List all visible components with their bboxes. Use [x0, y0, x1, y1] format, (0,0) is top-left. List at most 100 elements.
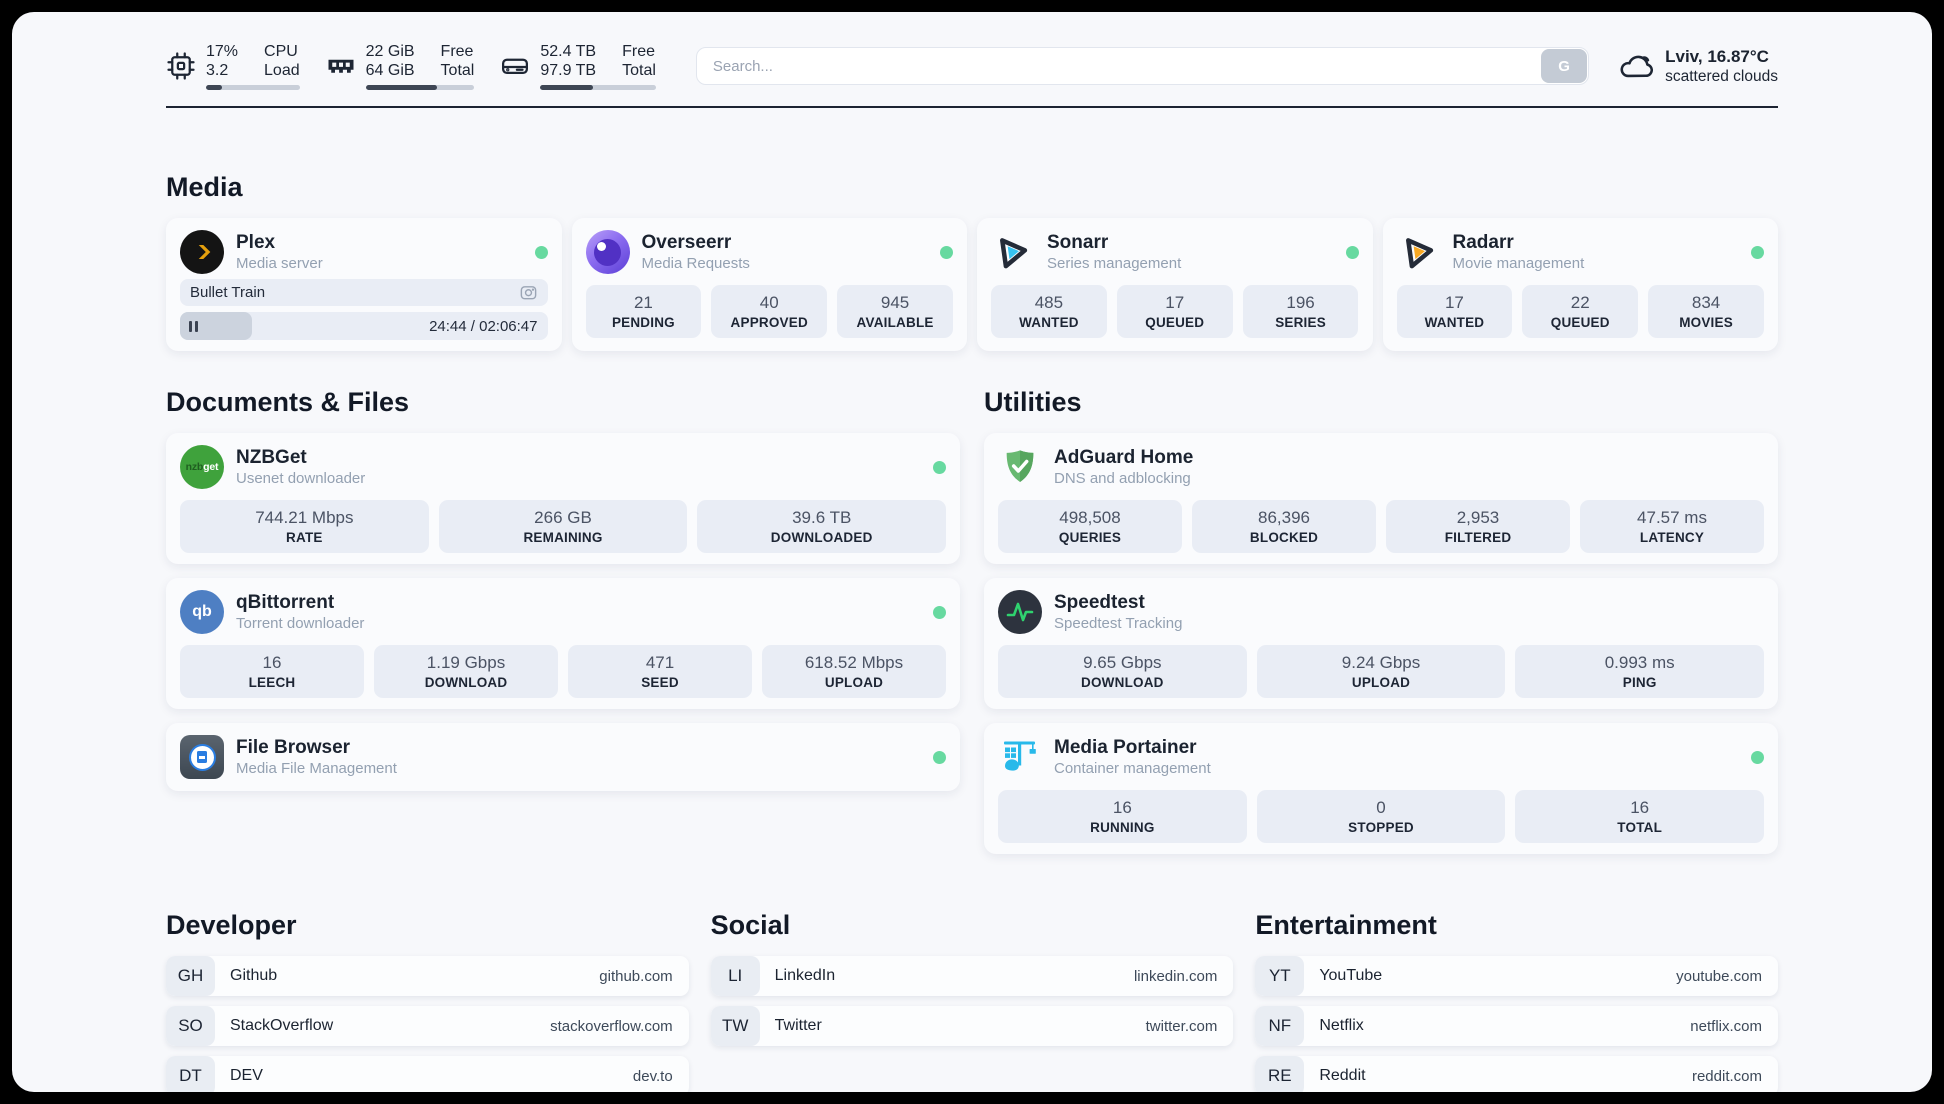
section-media: Media Plex Media server Bullet Train 24:…: [166, 172, 1778, 351]
status-dot: [933, 605, 946, 619]
app-card-portainer[interactable]: Media Portainer Container management 16 R…: [984, 723, 1778, 854]
app-name: NZBGet: [236, 447, 307, 468]
bookmark-github[interactable]: GH Github github.com: [166, 956, 689, 996]
stat-wanted: 17 WANTED: [1396, 285, 1513, 338]
app-card-adguard[interactable]: AdGuard Home DNS and adblocking 498,508 Q…: [984, 433, 1778, 564]
section-documents: Documents & Files nzbget NZBGet Usenet d…: [166, 387, 960, 805]
search-engine-button[interactable]: G: [1541, 49, 1588, 83]
bookmark-name: StackOverflow: [230, 1017, 334, 1034]
app-card-nzbget[interactable]: nzbget NZBGet Usenet downloader 744.21 M…: [166, 433, 960, 564]
bookmark-domain: youtube.com: [1676, 967, 1762, 985]
bookmark-abbr: NF: [1255, 1006, 1305, 1046]
bookmarks-social: Social LI LinkedIn linkedin.com TW Twitt…: [710, 910, 1234, 1056]
app-card-overseerr[interactable]: Overseerr Media Requests 21 PENDING 40 APP…: [571, 218, 967, 351]
app-name: Radarr: [1452, 232, 1514, 253]
search-input[interactable]: [695, 47, 1590, 85]
disk-widget: 52.4 TB 97.9 TB Free Total: [500, 42, 656, 90]
cpu-widget: 17% 3.2 CPU Load: [166, 42, 300, 90]
stat-ping: 0.993 ms PING: [1515, 645, 1765, 698]
camera-icon[interactable]: [519, 283, 538, 302]
now-playing-row: Bullet Train: [180, 279, 548, 306]
stat-movies: 834 MOVIES: [1648, 285, 1764, 338]
app-card-qbittorrent[interactable]: qb qBittorrent Torrent downloader 16 LEEC…: [166, 578, 960, 709]
app-subtitle: DNS and adblocking: [1054, 470, 1191, 487]
ram-free-value: 22 GiB: [365, 43, 415, 60]
stat-upload: 618.52 Mbps UPLOAD: [762, 645, 946, 698]
ram-progress-bar: [365, 85, 475, 90]
media-section-title: Media: [166, 172, 243, 202]
app-name: Plex: [236, 232, 276, 253]
bookmark-reddit[interactable]: RE Reddit reddit.com: [1255, 1056, 1778, 1092]
weather-location-temp: Lviv, 16.87°C: [1665, 46, 1769, 66]
ram-total-value: 64 GiB: [365, 62, 415, 79]
app-card-plex[interactable]: Plex Media server Bullet Train 24:44 / 0…: [166, 218, 562, 351]
bookmark-youtube[interactable]: YT YouTube youtube.com: [1255, 956, 1778, 996]
cpu-percent: 17%: [206, 43, 239, 60]
plex-icon: [180, 230, 224, 274]
stat-stopped: 0 STOPPED: [1256, 790, 1506, 843]
radarr-icon: [1397, 230, 1441, 274]
app-name: Media Portainer: [1054, 737, 1197, 758]
stat-downloaded: 39.6 TB DOWNLOADED: [697, 500, 947, 553]
search-box: G: [695, 47, 1590, 85]
now-playing-title: Bullet Train: [190, 284, 266, 301]
disk-icon: [502, 58, 529, 74]
app-card-radarr[interactable]: Radarr Movie management 17 WANTED 22 QUEUE…: [1382, 218, 1778, 351]
bookmark-linkedin[interactable]: LI LinkedIn linkedin.com: [710, 956, 1234, 996]
qbittorrent-icon: qb: [180, 590, 224, 634]
bookmark-dev[interactable]: DT DEV dev.to: [166, 1056, 689, 1092]
disk-free-value: 52.4 TB: [540, 43, 597, 60]
stat-remaining: 266 GB REMAINING: [438, 500, 688, 553]
app-subtitle: Torrent downloader: [236, 615, 365, 632]
bookmark-abbr: DT: [166, 1056, 215, 1092]
stat-series: 196 SERIES: [1242, 285, 1359, 338]
cpu-label-1: CPU: [264, 43, 298, 60]
bookmark-name: LinkedIn: [774, 967, 836, 984]
stat-rate: 744.21 Mbps RATE: [180, 500, 429, 553]
bookmarks-entertainment: Entertainment YT YouTube youtube.com NF …: [1255, 910, 1778, 1092]
speedtest-icon: [998, 590, 1042, 634]
portainer-icon: [998, 735, 1042, 779]
app-name: Speedtest: [1054, 592, 1145, 613]
app-subtitle: Media Requests: [641, 255, 750, 272]
app-subtitle: Media File Management: [236, 760, 397, 777]
stat-latency: 47.57 ms LATENCY: [1580, 500, 1764, 553]
sonarr-icon: [991, 230, 1035, 274]
stat-queued: 17 QUEUED: [1116, 285, 1233, 338]
disk-label-2: Total: [622, 62, 656, 79]
cpu-icon: [167, 52, 195, 80]
bookmark-name: Reddit: [1319, 1067, 1366, 1084]
filebrowser-icon: [180, 735, 224, 779]
stat-upload: 9.24 Gbps UPLOAD: [1256, 645, 1506, 698]
app-subtitle: Container management: [1054, 760, 1211, 777]
social-section-title: Social: [710, 910, 791, 940]
app-card-sonarr[interactable]: Sonarr Series management 485 WANTED 17 QUE…: [977, 218, 1373, 351]
utilities-section-title: Utilities: [984, 387, 1082, 417]
app-card-filebrowser[interactable]: File Browser Media File Management: [166, 723, 960, 791]
stat-download: 1.19 Gbps DOWNLOAD: [374, 645, 558, 698]
disk-progress-bar: [540, 85, 656, 90]
bookmark-name: Github: [230, 967, 278, 984]
playback-progress-bar: 24:44 / 02:06:47: [180, 312, 548, 340]
bookmark-abbr: SO: [166, 1006, 215, 1046]
stat-total: 16 TOTAL: [1515, 790, 1765, 843]
stat-approved: 40 APPROVED: [711, 285, 828, 338]
bookmark-netflix[interactable]: NF Netflix netflix.com: [1255, 1006, 1778, 1046]
stat-download: 9.65 Gbps DOWNLOAD: [998, 645, 1247, 698]
status-dot: [933, 750, 946, 764]
app-subtitle: Speedtest Tracking: [1054, 615, 1183, 632]
section-utilities: Utilities AdGuard Home DNS and adblockin…: [984, 387, 1778, 868]
app-card-speedtest[interactable]: Speedtest Speedtest Tracking 9.65 Gbps DO…: [984, 578, 1778, 709]
status-dot: [534, 245, 548, 259]
bookmark-twitter[interactable]: TW Twitter twitter.com: [710, 1006, 1234, 1046]
status-dot: [933, 460, 946, 474]
bookmark-stackoverflow[interactable]: SO StackOverflow stackoverflow.com: [166, 1006, 689, 1046]
bookmark-domain: stackoverflow.com: [550, 1017, 673, 1035]
stat-blocked: 86,396 BLOCKED: [1192, 500, 1376, 553]
bookmark-abbr: GH: [166, 956, 215, 996]
stat-seed: 471 SEED: [568, 645, 752, 698]
disk-label-1: Free: [622, 43, 655, 60]
bookmark-domain: dev.to: [632, 1067, 673, 1085]
app-name: Sonarr: [1047, 232, 1109, 253]
stat-queries: 498,508 QUERIES: [998, 500, 1182, 553]
